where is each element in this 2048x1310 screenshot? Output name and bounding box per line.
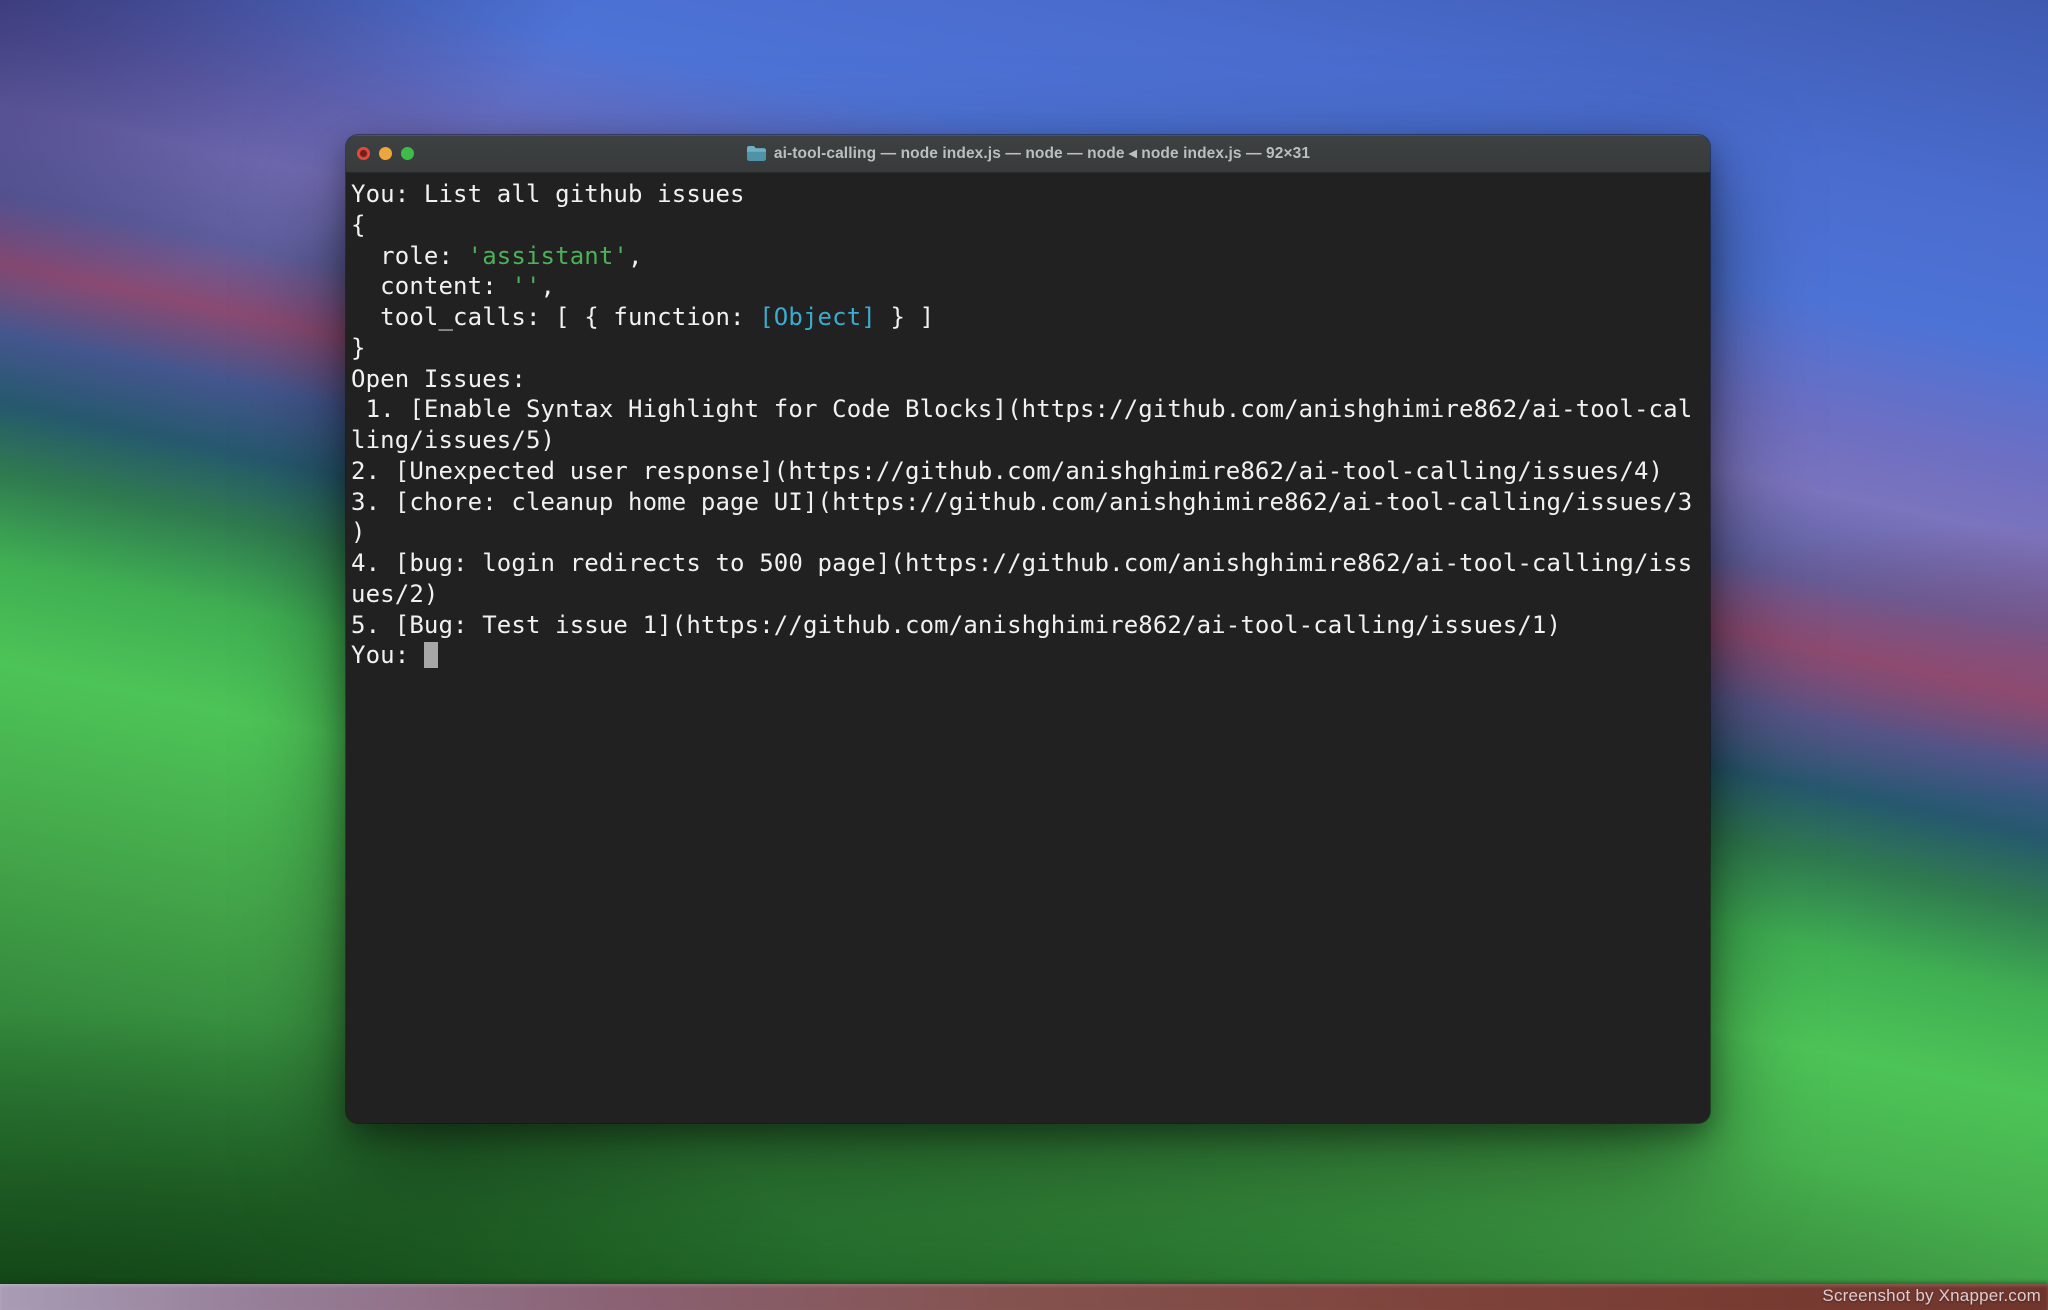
terminal-text: 4. [bug: login redirects to 500 page](ht… bbox=[351, 549, 1692, 577]
terminal-line: ling/issues/5) bbox=[351, 425, 1706, 456]
close-button[interactable] bbox=[357, 147, 370, 160]
terminal-text: 5. [Bug: Test issue 1](https://github.co… bbox=[351, 611, 1561, 639]
terminal-text: { bbox=[351, 211, 366, 239]
terminal-text-green: 'assistant' bbox=[468, 242, 628, 270]
terminal-line: } bbox=[351, 333, 1706, 364]
terminal-text: You: List all github issues bbox=[351, 180, 745, 208]
terminal-line: Open Issues: bbox=[351, 364, 1706, 395]
terminal-line: You: List all github issues bbox=[351, 179, 1706, 210]
terminal-line: You: bbox=[351, 640, 1706, 671]
terminal-line: 5. [Bug: Test issue 1](https://github.co… bbox=[351, 610, 1706, 641]
terminal-text: tool_calls: [ { function: bbox=[351, 303, 759, 331]
terminal-line: ues/2) bbox=[351, 579, 1706, 610]
terminal-text: 1. [Enable Syntax Highlight for Code Blo… bbox=[351, 395, 1692, 423]
terminal-text-cyan: [Object] bbox=[759, 303, 876, 331]
traffic-lights bbox=[357, 135, 414, 172]
terminal-line: { bbox=[351, 210, 1706, 241]
terminal-text: ) bbox=[351, 518, 366, 546]
desktop-bottom-strip bbox=[0, 1284, 2048, 1310]
terminal-text: } ] bbox=[876, 303, 934, 331]
desktop: Screenshot by Xnapper.com ai-tool-callin… bbox=[0, 0, 2048, 1310]
terminal-text: You: bbox=[351, 641, 424, 669]
terminal-text: ues/2) bbox=[351, 580, 438, 608]
terminal-line: content: '', bbox=[351, 271, 1706, 302]
terminal-text: Open Issues: bbox=[351, 365, 526, 393]
minimize-button[interactable] bbox=[379, 147, 392, 160]
terminal-text: 2. [Unexpected user response](https://gi… bbox=[351, 457, 1663, 485]
terminal-text: } bbox=[351, 334, 366, 362]
window-title: ai-tool-calling — node index.js — node —… bbox=[774, 144, 1310, 163]
terminal-line: 2. [Unexpected user response](https://gi… bbox=[351, 456, 1706, 487]
terminal-text: ling/issues/5) bbox=[351, 426, 555, 454]
terminal-text: 3. [chore: cleanup home page UI](https:/… bbox=[351, 488, 1692, 516]
terminal-line: role: 'assistant', bbox=[351, 241, 1706, 272]
terminal-text: content: bbox=[351, 272, 511, 300]
terminal-line: ) bbox=[351, 517, 1706, 548]
terminal-cursor bbox=[424, 642, 439, 668]
terminal-line: tool_calls: [ { function: [Object] } ] bbox=[351, 302, 1706, 333]
zoom-button[interactable] bbox=[401, 147, 414, 160]
terminal-text: role: bbox=[351, 242, 468, 270]
terminal-text: , bbox=[541, 272, 556, 300]
terminal-text-green: '' bbox=[511, 272, 540, 300]
titlebar[interactable]: ai-tool-calling — node index.js — node —… bbox=[346, 135, 1710, 173]
terminal-text: , bbox=[628, 242, 643, 270]
folder-icon bbox=[746, 145, 767, 162]
terminal-window: ai-tool-calling — node index.js — node —… bbox=[346, 135, 1710, 1123]
window-title-group: ai-tool-calling — node index.js — node —… bbox=[746, 144, 1310, 163]
watermark-label: Screenshot by Xnapper.com bbox=[1822, 1286, 2041, 1306]
terminal-line: 1. [Enable Syntax Highlight for Code Blo… bbox=[351, 394, 1706, 425]
terminal-output[interactable]: You: List all github issues { role: 'assi… bbox=[346, 173, 1710, 1123]
terminal-line: 4. [bug: login redirects to 500 page](ht… bbox=[351, 548, 1706, 579]
terminal-line: 3. [chore: cleanup home page UI](https:/… bbox=[351, 487, 1706, 518]
